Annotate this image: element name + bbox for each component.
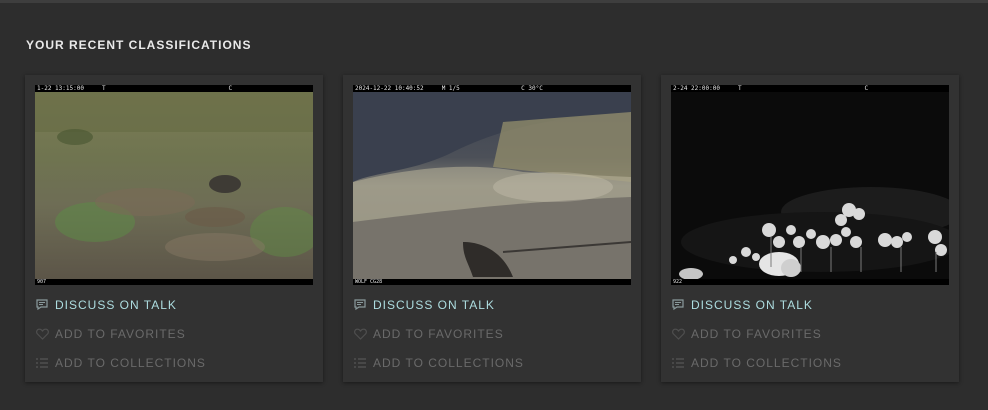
subject-image[interactable]: 2-24 22:00:00 T C 922: [671, 85, 949, 285]
top-divider: [0, 0, 988, 3]
list-icon: [671, 356, 685, 370]
camera-id: 907: [35, 279, 313, 285]
add-to-favorites-button[interactable]: ADD TO FAVORITES: [35, 325, 186, 343]
collections-label: ADD TO COLLECTIONS: [691, 356, 842, 370]
camera-timestamp: 2024-12-22 10:40:52 M 1/5 C 30°C: [353, 85, 631, 92]
collections-label: ADD TO COLLECTIONS: [373, 356, 524, 370]
night-infrared-photo: [671, 92, 949, 279]
discuss-on-talk-link[interactable]: DISCUSS ON TALK: [35, 296, 177, 314]
camera-id: WOLF CG28: [353, 279, 631, 285]
list-icon: [353, 356, 367, 370]
discuss-on-talk-link[interactable]: DISCUSS ON TALK: [353, 296, 495, 314]
chat-bubble-icon: [353, 298, 367, 312]
heart-icon: [35, 327, 49, 341]
subject-image[interactable]: 2024-12-22 10:40:52 M 1/5 C 30°C WOLF CG…: [353, 85, 631, 285]
discuss-label: DISCUSS ON TALK: [373, 298, 495, 312]
hillside-photo: [353, 92, 631, 279]
add-to-collections-button[interactable]: ADD TO COLLECTIONS: [671, 354, 842, 372]
camera-timestamp: 2-24 22:00:00 T C: [671, 85, 949, 92]
add-to-favorites-button[interactable]: ADD TO FAVORITES: [353, 325, 504, 343]
heart-icon: [353, 327, 367, 341]
grassland-photo: [35, 92, 313, 279]
chat-bubble-icon: [35, 298, 49, 312]
discuss-label: DISCUSS ON TALK: [55, 298, 177, 312]
chat-bubble-icon: [671, 298, 685, 312]
heart-icon: [671, 327, 685, 341]
favorites-label: ADD TO FAVORITES: [373, 327, 504, 341]
collections-label: ADD TO COLLECTIONS: [55, 356, 206, 370]
classification-card: 2-24 22:00:00 T C 922 DISCUSS ON TALK AD…: [661, 75, 959, 382]
subject-image[interactable]: 1-22 13:15:00 T C 907: [35, 85, 313, 285]
add-to-collections-button[interactable]: ADD TO COLLECTIONS: [35, 354, 206, 372]
classification-card: 1-22 13:15:00 T C 907 DISCUSS ON TALK AD…: [25, 75, 323, 382]
camera-id: 922: [671, 279, 949, 285]
discuss-label: DISCUSS ON TALK: [691, 298, 813, 312]
camera-timestamp: 1-22 13:15:00 T C: [35, 85, 313, 92]
classification-card: 2024-12-22 10:40:52 M 1/5 C 30°C WOLF CG…: [343, 75, 641, 382]
add-to-favorites-button[interactable]: ADD TO FAVORITES: [671, 325, 822, 343]
discuss-on-talk-link[interactable]: DISCUSS ON TALK: [671, 296, 813, 314]
section-title: YOUR RECENT CLASSIFICATIONS: [26, 38, 252, 52]
list-icon: [35, 356, 49, 370]
add-to-collections-button[interactable]: ADD TO COLLECTIONS: [353, 354, 524, 372]
favorites-label: ADD TO FAVORITES: [55, 327, 186, 341]
favorites-label: ADD TO FAVORITES: [691, 327, 822, 341]
